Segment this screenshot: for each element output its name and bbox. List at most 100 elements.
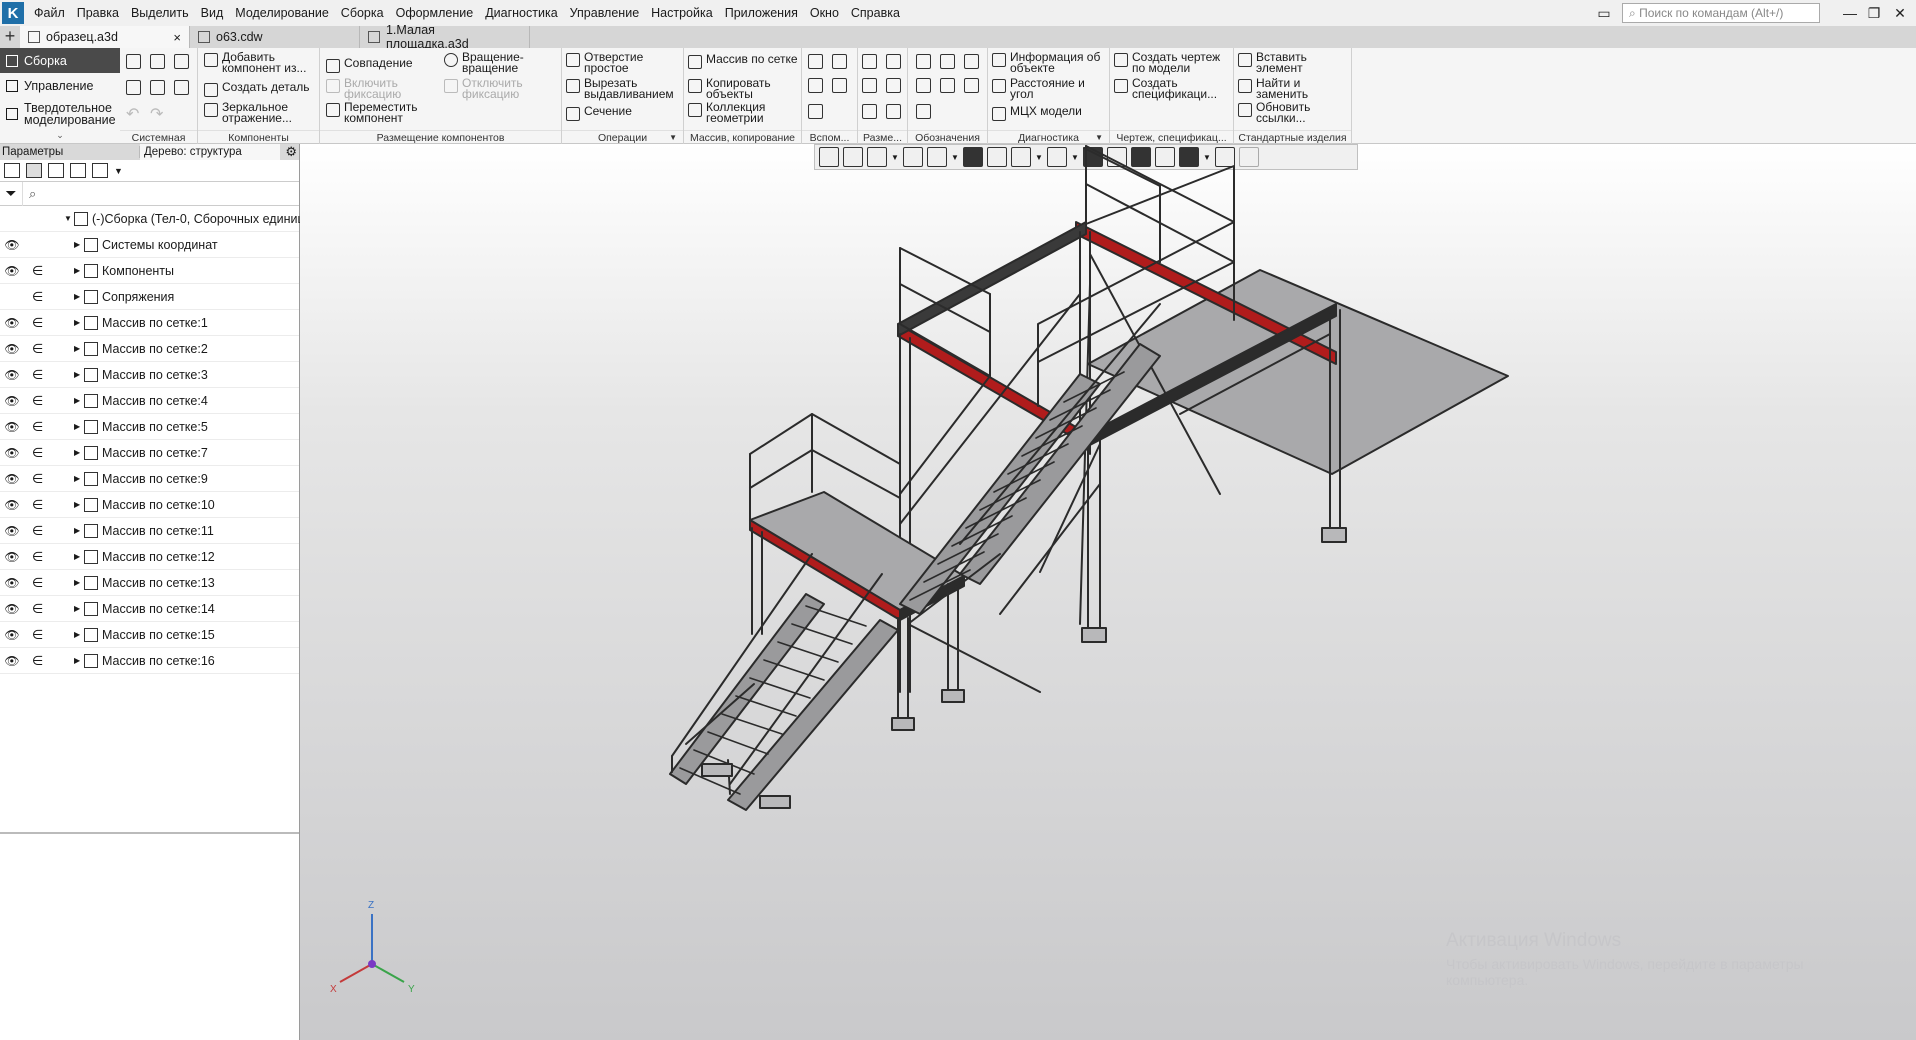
menu-item-5[interactable]: Сборка (335, 0, 390, 26)
close-button[interactable]: ✕ (1890, 3, 1910, 23)
tree-node[interactable]: 👁 ∈ ▶ Массив по сетке:7 (0, 440, 299, 466)
diagnostics-dropdown-icon[interactable]: ▼ (1095, 131, 1103, 145)
eye-icon[interactable]: 👁 (4, 654, 20, 668)
expand-icon[interactable]: ▶ (74, 526, 80, 535)
eye-icon[interactable]: 👁 (4, 420, 20, 434)
open-file-icon[interactable] (150, 54, 165, 69)
tree-node[interactable]: 👁 ∈ ▶ Массив по сетке:15 (0, 622, 299, 648)
tree-node[interactable]: 👁 ∈ ▶ Массив по сетке:4 (0, 388, 299, 414)
redo-icon[interactable]: ↷ (150, 104, 163, 124)
structure-view-icon[interactable] (26, 163, 42, 178)
eye-icon[interactable]: 👁 (4, 628, 20, 642)
doc-tab-1[interactable]: о63.cdw (190, 26, 360, 48)
update-links-button[interactable]: Обновить ссылки... (1238, 101, 1310, 124)
point-icon[interactable] (808, 78, 823, 93)
expand-icon[interactable]: ▶ (74, 552, 80, 561)
include-icon[interactable]: ∈ (32, 367, 43, 383)
move-component-button[interactable]: Переместить компонент (326, 101, 418, 124)
tree-node[interactable]: 👁 ∈ ▶ Массив по сетке:1 (0, 310, 299, 336)
print-icon[interactable] (126, 80, 141, 95)
menu-item-8[interactable]: Управление (564, 0, 646, 26)
tree-node[interactable]: 👁 ∈ ▶ Массив по сетке:10 (0, 492, 299, 518)
eye-icon[interactable]: 👁 (4, 550, 20, 564)
include-icon[interactable]: ∈ (32, 393, 43, 409)
preview-icon[interactable] (150, 80, 165, 95)
mirror-button[interactable]: Зеркальное отражение... (204, 101, 292, 124)
staircase-platform-model[interactable]: Z X Y (300, 144, 1916, 1040)
menu-item-2[interactable]: Выделить (125, 0, 195, 26)
gear-icon[interactable]: ⚙ (285, 144, 297, 160)
menu-item-12[interactable]: Справка (845, 0, 906, 26)
eye-icon[interactable]: 👁 (4, 394, 20, 408)
mode-management[interactable]: Управление (0, 73, 120, 98)
create-part-button[interactable]: Создать деталь (204, 81, 310, 97)
eye-icon[interactable]: 👁 (4, 498, 20, 512)
expand-icon[interactable]: ▶ (74, 344, 80, 353)
expand-icon[interactable]: ▶ (74, 240, 80, 249)
minimize-button[interactable]: — (1840, 3, 1860, 23)
tree-node[interactable]: 👁 ∈ ▶ Массив по сетке:9 (0, 466, 299, 492)
tree-search-input[interactable]: ⌕ (22, 181, 299, 206)
create-spec-button[interactable]: Создать спецификаци... (1114, 77, 1217, 100)
expand-icon[interactable]: ▶ (74, 396, 80, 405)
expand-icon[interactable]: ▶ (74, 292, 80, 301)
eye-icon[interactable]: 👁 (4, 446, 20, 460)
operations-dropdown-icon[interactable]: ▼ (669, 131, 677, 145)
tree-node[interactable]: 👁 ∈ ▶ Массив по сетке:5 (0, 414, 299, 440)
expand-icon[interactable]: ▶ (74, 448, 80, 457)
menu-item-3[interactable]: Вид (195, 0, 230, 26)
grid-array-button[interactable]: Массив по сетке (688, 53, 798, 69)
close-tab-icon[interactable]: × (173, 30, 181, 45)
include-icon[interactable]: ∈ (32, 341, 43, 357)
expand-icon[interactable]: ▶ (74, 474, 80, 483)
include-icon[interactable]: ∈ (32, 289, 43, 305)
axis-icon[interactable] (832, 54, 847, 69)
mode-assembly[interactable]: Сборка (0, 48, 120, 73)
tab-tree-structure[interactable]: Дерево: структура (140, 144, 280, 160)
chevron-down-icon[interactable]: ▼ (114, 166, 123, 176)
diameter-dim-icon[interactable] (886, 78, 901, 93)
include-icon[interactable]: ∈ (32, 263, 43, 279)
add-component-button[interactable]: Добавить компонент из... (204, 51, 306, 74)
menu-item-1[interactable]: Правка (71, 0, 125, 26)
find-replace-button[interactable]: Найти и заменить (1238, 77, 1308, 100)
leader-icon[interactable] (916, 78, 931, 93)
geometry-collection-button[interactable]: Коллекция геометрии (688, 101, 765, 124)
eye-icon[interactable]: 👁 (4, 524, 20, 538)
eye-icon[interactable]: 👁 (4, 238, 20, 252)
eye-icon[interactable]: 👁 (4, 602, 20, 616)
eye-icon[interactable]: 👁 (4, 342, 20, 356)
roughness-icon[interactable] (916, 54, 931, 69)
angular-dim-icon[interactable] (886, 54, 901, 69)
object-info-button[interactable]: Информация об объекте (992, 51, 1100, 74)
expand-icon[interactable]: ▶ (74, 578, 80, 587)
create-drawing-button[interactable]: Создать чертеж по модели (1114, 51, 1220, 74)
tree-node[interactable]: 👁 ∈ ▶ Массив по сетке:2 (0, 336, 299, 362)
copy-objects-button[interactable]: Копировать объекты (688, 77, 771, 100)
expand-icon[interactable]: ▶ (74, 656, 80, 665)
expand-icon[interactable]: ▶ (74, 500, 80, 509)
expand-icon[interactable]: ▶ (74, 266, 80, 275)
include-icon[interactable]: ∈ (32, 653, 43, 669)
doc-tab-0[interactable]: образец.a3d × (20, 26, 190, 48)
include-icon[interactable]: ∈ (32, 523, 43, 539)
csys-icon[interactable] (832, 78, 847, 93)
tree-node[interactable]: 👁 ∈ ▶ Массив по сетке:14 (0, 596, 299, 622)
auto-dim-icon[interactable] (862, 104, 877, 119)
new-tab-button[interactable]: + (0, 26, 20, 48)
enable-fix-button[interactable]: Включить фиксацию (326, 77, 401, 100)
radial-dim-icon[interactable] (862, 78, 877, 93)
panel-divider[interactable] (0, 832, 299, 834)
coincidence-button[interactable]: Совпадение (326, 57, 413, 73)
menu-item-4[interactable]: Моделирование (229, 0, 335, 26)
include-icon[interactable]: ∈ (32, 315, 43, 331)
menu-item-10[interactable]: Приложения (719, 0, 804, 26)
include-icon[interactable]: ∈ (32, 601, 43, 617)
include-icon[interactable]: ∈ (32, 419, 43, 435)
tree-node[interactable]: 👁 ∈ ▶ Массив по сетке:13 (0, 570, 299, 596)
tree-node[interactable]: ∈ ▶ Сопряжения (0, 284, 299, 310)
tree-node[interactable]: 👁 ∈ ▶ Массив по сетке:16 (0, 648, 299, 674)
section-button[interactable]: Сечение (566, 105, 632, 121)
include-icon[interactable]: ∈ (32, 549, 43, 565)
kompas-logo-icon[interactable]: K (2, 2, 24, 24)
